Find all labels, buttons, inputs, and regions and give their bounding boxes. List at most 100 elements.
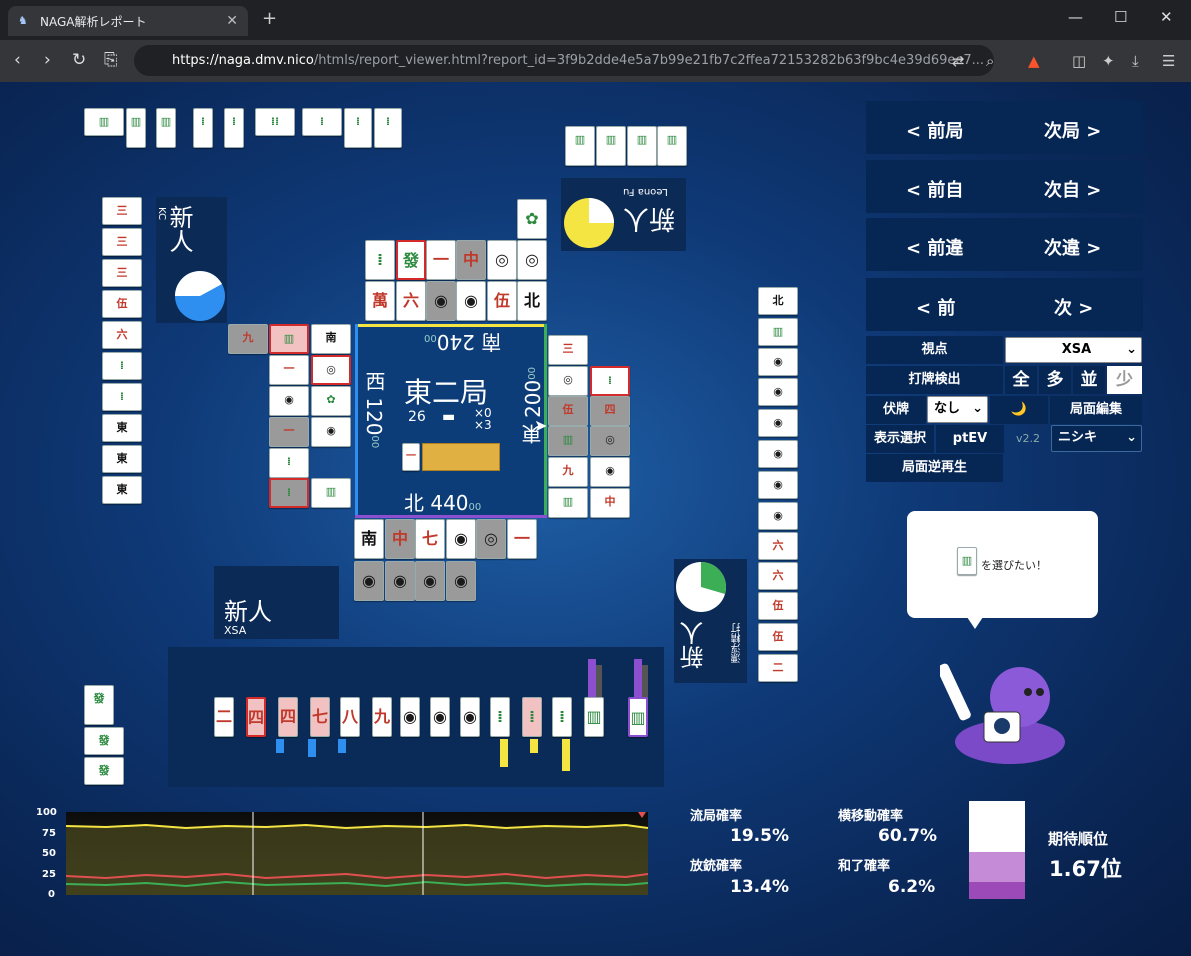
hand-tile[interactable]: 四	[278, 697, 298, 737]
model-select[interactable]: ニシキ ⌄	[1051, 425, 1142, 452]
detect-normal-button[interactable]: 並	[1073, 366, 1105, 394]
tile: 伍	[548, 396, 588, 426]
tile: ⁞	[374, 108, 402, 148]
hand-tile[interactable]: 七	[310, 697, 330, 737]
hand-tile[interactable]: ◉	[400, 697, 420, 737]
detect-many-button[interactable]: 多	[1039, 366, 1071, 394]
tile: 一	[269, 417, 309, 447]
reader-icon[interactable]: ◫	[1072, 52, 1086, 70]
url-field[interactable]: https://naga.dmv.nico/htmls/report_viewe…	[134, 45, 994, 76]
center-board: 南 24000 西 12000 東 20000 東二局 26 ▬ ×0 ×3 一 …	[355, 324, 547, 518]
translate-icon[interactable]: ⇄	[952, 52, 965, 70]
viewpoint-select[interactable]: XSA ⌄	[1005, 337, 1142, 363]
round-name: 東二局	[404, 376, 489, 409]
viewpoint-label: 視点	[866, 336, 1003, 364]
hand-tile[interactable]: ⁞	[552, 697, 572, 737]
tile: ✿	[311, 386, 351, 416]
hand-tile[interactable]: ◉	[430, 697, 450, 737]
moon-icon[interactable]: 🌙	[990, 396, 1048, 424]
hand-tile[interactable]: 四	[246, 697, 266, 737]
brave-shield-icon[interactable]: ▲	[1028, 52, 1040, 70]
tile: 伍	[487, 281, 517, 321]
prev-round-button[interactable]: < 前局	[906, 117, 963, 143]
next-self-button[interactable]: 次自 >	[1044, 176, 1101, 202]
rank-bar-3	[969, 882, 1025, 899]
hand-tile[interactable]: ⁞	[522, 697, 542, 737]
tile: 南	[354, 519, 384, 559]
tile: ◉	[311, 417, 351, 447]
tile: 九	[548, 457, 588, 487]
next-round-button[interactable]: 次局 >	[1044, 117, 1101, 143]
tile: 北	[758, 287, 798, 315]
right-player-box: 新人 漂浮精打	[674, 559, 747, 683]
tile: 北	[517, 281, 547, 321]
probability-graph[interactable]	[65, 812, 649, 895]
close-window-icon[interactable]: ✕	[1160, 8, 1173, 26]
tile: 南	[311, 324, 351, 354]
houju-value: 13.4%	[730, 877, 789, 897]
back-icon[interactable]: ‹	[14, 50, 21, 70]
chevron-down-icon: ⌄	[972, 401, 983, 416]
display-ptev-button[interactable]: ptEV	[936, 425, 1004, 453]
tile: ◉	[456, 281, 486, 321]
menu-icon[interactable]: ☰	[1162, 52, 1175, 70]
hand-tile[interactable]: ◉	[460, 697, 480, 737]
ev-bar	[634, 659, 642, 699]
tile: ◉	[758, 440, 798, 468]
prev-diff-button[interactable]: < 前違	[906, 234, 963, 260]
detect-all-button[interactable]: 全	[1005, 366, 1037, 394]
rank-distribution	[969, 801, 1025, 899]
next-button[interactable]: 次 >	[1054, 294, 1093, 320]
tile: 發	[84, 727, 124, 755]
forward-icon[interactable]: ›	[44, 50, 51, 70]
y-tick: 25	[42, 869, 56, 880]
ev-bar	[562, 739, 570, 771]
right-player-name: 新人	[680, 621, 708, 669]
tile: ▥	[657, 126, 687, 166]
minimize-icon[interactable]: —	[1068, 8, 1083, 26]
prev-button[interactable]: < 前	[916, 294, 955, 320]
ev-bar	[500, 739, 508, 767]
hand-tile[interactable]: 八	[340, 697, 360, 737]
sticks: ×0 ×3	[474, 406, 492, 432]
hand-tile[interactable]: 九	[372, 697, 392, 737]
self-player-box: 新人 XSA	[214, 566, 339, 639]
tile: ⁞	[102, 383, 142, 411]
tile: ◉	[415, 561, 445, 601]
zoom-icon[interactable]: ⌕	[986, 52, 994, 70]
bookmark-icon[interactable]: ⎘	[104, 50, 118, 70]
reverse-replay-button[interactable]: 局面逆再生	[866, 454, 1003, 482]
tile: ◉	[354, 561, 384, 601]
hand-tile[interactable]: ▥	[584, 697, 604, 737]
edit-board-button[interactable]: 局面編集	[1050, 396, 1142, 424]
maximize-icon[interactable]: ☐	[1114, 8, 1127, 26]
download-icon[interactable]: ⤓	[1132, 52, 1139, 70]
browser-tab[interactable]: ♞ NAGA解析レポート ✕	[8, 6, 248, 36]
tile: 一	[507, 519, 537, 559]
right-win-gauge	[676, 562, 726, 612]
tile: ⁞	[224, 108, 244, 148]
drawn-tile[interactable]: ▥	[628, 697, 648, 737]
hand-tile[interactable]: 二	[214, 697, 234, 737]
hand-tile[interactable]: ⁞	[490, 697, 510, 737]
tile: 發	[396, 240, 426, 280]
tile: 東	[102, 414, 142, 442]
tile: 二	[758, 654, 798, 682]
hidden-select[interactable]: なし ⌄	[927, 396, 988, 423]
tile: 九	[228, 324, 268, 354]
houju-label: 放銃確率	[690, 859, 743, 874]
prev-self-button[interactable]: < 前自	[906, 176, 963, 202]
tile: 三	[102, 228, 142, 256]
left-win-gauge	[175, 270, 225, 321]
tile: ⁞⁞	[255, 108, 295, 136]
next-diff-button[interactable]: 次違 >	[1044, 234, 1101, 260]
tile: ▥	[548, 426, 588, 456]
extensions-icon[interactable]: ✦	[1102, 52, 1115, 70]
reload-icon[interactable]: ↻	[72, 50, 86, 70]
new-tab-icon[interactable]: +	[262, 8, 277, 29]
top-player-name: 新人	[623, 203, 676, 233]
close-tab-icon[interactable]: ✕	[226, 13, 238, 29]
tile: ◉	[269, 386, 309, 416]
y-tick: 0	[48, 889, 55, 900]
detect-few-button[interactable]: 少	[1107, 366, 1142, 394]
